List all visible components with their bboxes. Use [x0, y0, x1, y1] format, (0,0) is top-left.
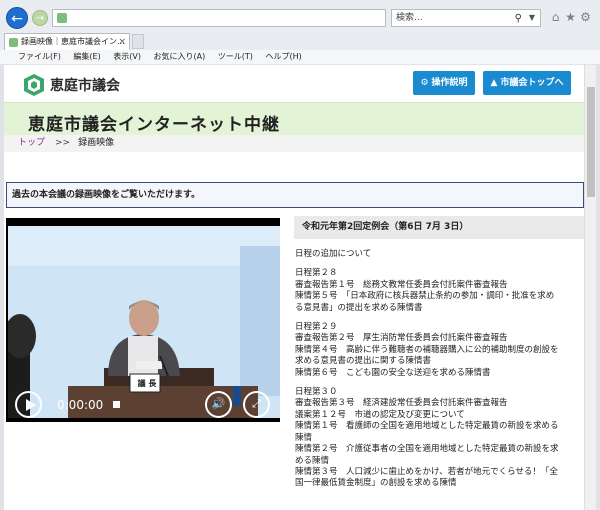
site-favicon-icon	[57, 13, 67, 23]
tab-title: 録画映像｜恵庭市議会イン...	[21, 37, 125, 46]
settings-gear-icon[interactable]: ⚙	[578, 10, 593, 24]
breadcrumb-separator: >>	[55, 138, 71, 148]
seek-handle[interactable]	[113, 401, 120, 408]
time-display: 0:00:00	[57, 398, 104, 412]
search-box[interactable]: 検索... ⚲ ▼	[391, 9, 541, 27]
tab-close-icon[interactable]: ×	[118, 34, 126, 50]
address-bar[interactable]	[52, 9, 386, 27]
building-icon: ▲	[490, 78, 498, 88]
page-viewport: 恵庭市議会 ⚙ 操作説明 ▲ 市議会トップへ 恵庭市議会インターネット中継 トップ >…	[4, 65, 584, 510]
title-band: 恵庭市議会インターネット中継	[4, 102, 584, 135]
scrollbar-thumb[interactable]	[587, 87, 595, 197]
agenda-line: 陳情	[295, 432, 313, 443]
agenda-list: 日程の追加について 日程第２８ 審査報告第１号 総務文教常任委員会付託案件審査報…	[295, 249, 583, 490]
fullscreen-icon[interactable]: ⤢	[243, 391, 270, 418]
agenda-line: 審査報告第１号 総務文教常任委員会付託案件審査報告	[295, 279, 508, 290]
menu-bar: ファイル(F) 編集(E) 表示(V) お気に入り(A) ツール(T) ヘルプ(…	[0, 50, 600, 64]
agenda-line: る意見書」の提出を求める陳情書	[295, 302, 423, 313]
agenda-line: 日程第３０	[295, 387, 338, 398]
agenda-line: 日程第２８	[295, 268, 338, 279]
search-placeholder: 検索...	[396, 13, 423, 23]
forward-arrow-icon[interactable]: →	[32, 10, 48, 26]
breadcrumb-current: 録画映像	[78, 138, 115, 148]
agenda-line: 日程第２９	[295, 322, 338, 333]
agenda-line: 陳情第４号 高齢に伴う難聴者の補聴器購入に公的補助制度の創設を	[295, 344, 559, 355]
council-top-label: 市議会トップへ	[500, 78, 564, 88]
browser-chrome: ← → 検索... ⚲ ▼ ⌂ ★ ⚙ 録画映像｜恵庭市議会イン... × ファイル…	[0, 0, 600, 64]
agenda-line: 日程の追加について	[295, 249, 372, 259]
home-icon[interactable]: ⌂	[548, 10, 563, 24]
breadcrumb: トップ >> 録画映像	[4, 135, 584, 152]
menu-edit[interactable]: 編集(E)	[73, 52, 100, 61]
back-arrow-icon[interactable]: ←	[6, 7, 28, 29]
agenda-line: 審査報告第２号 厚生消防常任委員会付託案件審査報告	[295, 333, 508, 344]
council-top-button[interactable]: ▲ 市議会トップへ	[483, 71, 571, 95]
player-controls: 0:00:00 🔊 ⤢	[6, 388, 280, 422]
browser-tab[interactable]: 録画映像｜恵庭市議会イン... ×	[4, 33, 130, 50]
menu-favorites[interactable]: お気に入り(A)	[154, 52, 206, 61]
agenda-line: 議案第１２号 市道の認定及び変更について	[295, 409, 465, 420]
breadcrumb-home-link[interactable]: トップ	[18, 138, 45, 148]
agenda-line: 陳情第２号 介護従事者の全国を適用地域とした特定最賃の新設を求	[295, 444, 559, 455]
agenda-line: 求める意見書の提出に関する陳情書	[295, 356, 432, 367]
menu-view[interactable]: 表示(V)	[113, 52, 141, 61]
vertical-scrollbar[interactable]	[584, 65, 596, 510]
menu-file[interactable]: ファイル(F)	[18, 52, 61, 61]
search-icon[interactable]: ⚲	[515, 11, 522, 27]
new-tab-button[interactable]	[132, 34, 144, 49]
session-heading: 令和元年第2回定例会（第6日 7月 3日）	[294, 216, 584, 239]
video-player[interactable]: 議 長 0:00:00 🔊 ⤢	[6, 218, 280, 422]
gear-icon: ⚙	[420, 78, 429, 88]
agenda-line: める陳情	[295, 455, 330, 466]
volume-icon[interactable]: 🔊	[205, 391, 232, 418]
agenda-line: 陳情第６号 こども園の安全な送迎を求める陳情書	[295, 367, 491, 378]
agenda-line: 陳情第１号 看護師の全国を適用地域とした特定最賃の新設を求める	[295, 421, 559, 432]
menu-tools[interactable]: ツール(T)	[218, 52, 253, 61]
agenda-line: 審査報告第３号 経済建設常任委員会付託案件審査報告	[295, 398, 508, 409]
council-logo-icon	[24, 74, 44, 96]
site-header: 恵庭市議会 ⚙ 操作説明 ▲ 市議会トップへ	[4, 65, 584, 102]
operation-guide-button[interactable]: ⚙ 操作説明	[413, 71, 475, 95]
play-icon[interactable]	[15, 391, 42, 418]
agenda-line: 陳情第３号 人口減少に歯止めをかけ、若者が地元でくらせる！「全	[295, 466, 558, 477]
agenda-line: 陳情第５号 「日本政府に核兵器禁止条約の参加・調印・批准を求め	[295, 291, 555, 302]
logo-text[interactable]: 恵庭市議会	[50, 75, 120, 95]
notice-box: 過去の本会議の録画映像をご覧いただけます。	[6, 182, 584, 208]
tab-favicon-icon	[9, 38, 18, 47]
menu-help[interactable]: ヘルプ(H)	[265, 52, 301, 61]
favorites-star-icon[interactable]: ★	[563, 10, 578, 24]
operation-guide-label: 操作説明	[431, 78, 468, 88]
agenda-line: 国一律最低賃金制度」の創設を求める陳情	[295, 478, 457, 489]
page-title: 恵庭市議会インターネット中継	[28, 115, 280, 135]
search-dropdown-icon[interactable]: ▼	[529, 10, 535, 26]
browser-toolbar-icons: ⌂ ★ ⚙	[548, 10, 593, 24]
